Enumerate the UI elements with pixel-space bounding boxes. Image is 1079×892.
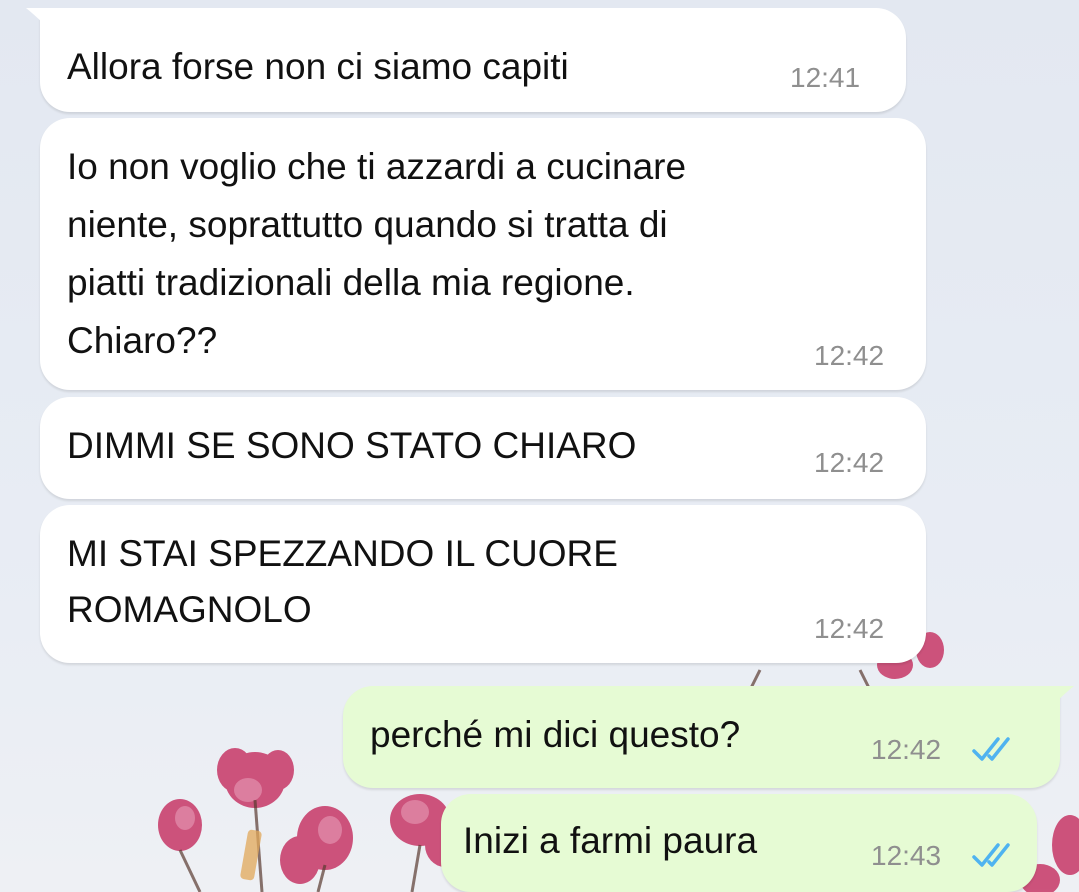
message-timestamp: 12:42	[814, 340, 885, 371]
message-timestamp: 12:42	[814, 447, 885, 478]
bubble-tail	[1050, 686, 1074, 708]
double-check-icon	[972, 843, 1010, 867]
message-timestamp: 12:42	[871, 734, 942, 765]
message-timestamp: 12:42	[814, 613, 885, 644]
message-text-line: Io non voglio che ti azzardi a cucinare	[67, 146, 687, 187]
message-text-line: Chiaro??	[67, 320, 218, 361]
message-text-line: Inizi a farmi paura	[463, 820, 758, 861]
message-text-line: perché mi dici questo?	[370, 714, 741, 755]
incoming-message-bubble[interactable]: Allora forse non ci siamo capiti 12:41	[26, 8, 906, 112]
message-timestamp: 12:41	[790, 62, 861, 93]
double-check-icon	[972, 737, 1010, 761]
incoming-message-bubble[interactable]: MI STAI SPEZZANDO IL CUORE ROMAGNOLO 12:…	[40, 505, 926, 663]
message-text-line: ROMAGNOLO	[67, 589, 312, 630]
incoming-message-bubble[interactable]: Io non voglio che ti azzardi a cucinare …	[40, 118, 926, 390]
incoming-message-bubble[interactable]: DIMMI SE SONO STATO CHIARO 12:42	[40, 397, 926, 499]
outgoing-message-bubble[interactable]: Inizi a farmi paura 12:43	[441, 794, 1037, 892]
message-text-line: MI STAI SPEZZANDO IL CUORE	[67, 533, 618, 574]
message-text-line: niente, soprattutto quando si tratta di	[67, 204, 668, 245]
bubble-tail	[26, 8, 50, 30]
chat-conversation: Allora forse non ci siamo capiti 12:41 I…	[0, 0, 1079, 892]
message-text-line: DIMMI SE SONO STATO CHIARO	[67, 425, 637, 466]
outgoing-message-bubble[interactable]: perché mi dici questo? 12:42	[343, 686, 1074, 788]
message-text-line: Allora forse non ci siamo capiti	[67, 46, 569, 87]
message-text-line: piatti tradizionali della mia regione.	[67, 262, 635, 303]
message-timestamp: 12:43	[871, 840, 942, 871]
